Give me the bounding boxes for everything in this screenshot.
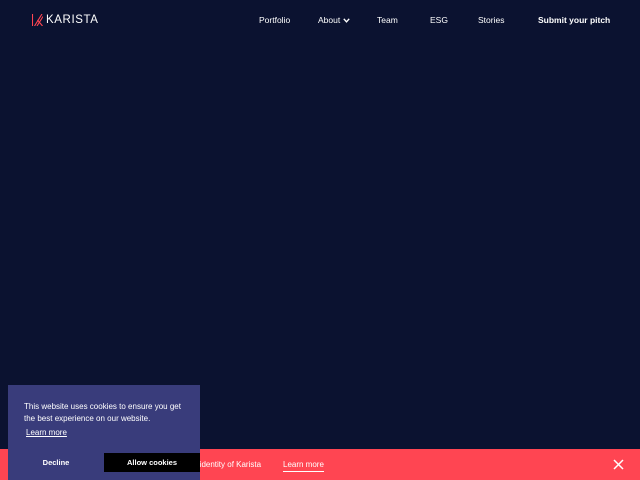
cookie-learn-more-link[interactable]: Learn more — [26, 427, 67, 439]
announcement-learn-more-link[interactable]: Learn more — [283, 459, 324, 472]
nav-item-stories[interactable]: Stories — [478, 14, 504, 26]
site-header: KARISTA Portfolio About Team ESG Stories… — [0, 0, 640, 40]
close-icon[interactable] — [613, 459, 624, 470]
announcement-text: e identity of Karista — [193, 460, 262, 469]
allow-cookies-button[interactable]: Allow cookies — [104, 453, 200, 472]
nav-item-portfolio[interactable]: Portfolio — [259, 14, 290, 26]
cookie-message: This website uses cookies to ensure you … — [24, 402, 181, 423]
nav-item-team[interactable]: Team — [377, 14, 398, 26]
decline-cookies-button[interactable]: Decline — [8, 453, 104, 472]
nav-item-submit-pitch[interactable]: Submit your pitch — [538, 14, 610, 26]
cookie-banner: This website uses cookies to ensure you … — [8, 385, 200, 480]
main-nav: Portfolio About Team ESG Stories Submit … — [0, 14, 640, 26]
chevron-down-icon — [343, 17, 350, 23]
nav-item-about-label: About — [318, 15, 341, 25]
nav-item-esg[interactable]: ESG — [430, 14, 448, 26]
nav-item-about[interactable]: About — [318, 14, 350, 26]
